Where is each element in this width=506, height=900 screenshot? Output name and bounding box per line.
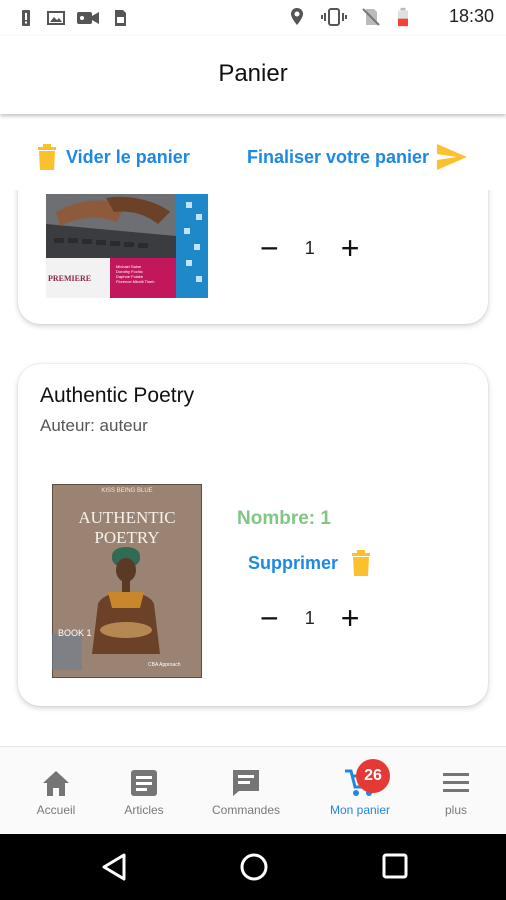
status-bar: 18:30 [0,0,506,36]
home-circle-icon[interactable] [239,852,269,882]
sim-icon [115,10,126,26]
nav-label: Mon panier [329,803,391,817]
remove-item-button[interactable]: Supprimer [248,550,372,576]
cart-count-badge: 26 [356,759,390,793]
cart-item-card: PREMIERE Michael Saine Dorothy Fochic Da… [18,190,488,324]
no-sim-icon [362,7,380,26]
cover-author: Florence Mbotti Tioeh [116,279,155,284]
bottom-navigation: Accueil Articles Commandes Mon panier 26… [0,746,506,835]
cover-authors: Michael Saine Dorothy Fochic Daphne Fola… [116,264,154,284]
article-icon [131,770,157,796]
location-icon [290,7,303,25]
cover-book-label: BOOK 1 [58,628,92,638]
home-icon [43,771,69,796]
alert-icon [22,10,30,26]
trash-icon [352,550,371,576]
page-title: Panier [218,60,288,87]
decrement-button[interactable]: − [260,602,279,634]
nav-item-articles[interactable]: Articles [112,747,176,835]
message-icon [233,770,259,796]
image-icon [47,11,65,25]
remove-label: Supprimer [248,552,339,573]
battery-icon [397,7,408,26]
menu-icon [443,773,469,792]
cart-list[interactable]: PREMIERE Michael Saine Dorothy Fochic Da… [0,190,506,746]
quantity-value: 1 [304,607,315,628]
book-title: Authentic Poetry [40,384,195,407]
system-navigation-bar [0,834,506,900]
increment-button[interactable]: + [341,232,360,264]
send-icon [437,144,468,170]
clear-cart-button[interactable]: Vider le panier [36,144,190,170]
vibrate-icon [320,7,347,26]
increment-button[interactable]: + [341,602,360,634]
trash-icon [38,144,56,170]
app-bar: Panier [0,36,506,114]
quantity-value: 1 [304,237,315,258]
back-icon[interactable] [100,852,128,882]
item-count: Nombre: 1 [237,508,331,529]
status-left-icons [16,8,130,28]
nav-label: Articles [124,803,164,817]
video-icon [77,12,99,24]
nav-label: Accueil [36,803,76,817]
cover-top-text: KISS BEING BLUE [101,488,153,494]
cart-item-card: Authentic Poetry Auteur: auteur KISS BEI… [18,364,488,706]
nav-label: plus [444,803,467,817]
cover-approach-label: CBA Approach [148,662,181,668]
nav-item-home[interactable]: Accueil [24,747,88,835]
decrement-button[interactable]: − [260,232,279,264]
nav-label: Commandes [211,803,281,817]
status-time: 18:30 [448,6,494,26]
nav-item-more[interactable]: plus [424,747,488,835]
checkout-button[interactable]: Finaliser votre panier [247,144,468,170]
quantity-stepper: − 1 + [260,602,360,634]
status-right-icons: 18:30 [287,6,494,27]
book-cover-image: PREMIERE Michael Saine Dorothy Fochic Da… [46,194,208,298]
nav-item-orders[interactable]: Commandes [206,747,286,835]
cart-actions: Vider le panier Finaliser votre panier [0,130,506,190]
cover-series-text: PREMIERE [48,274,92,283]
clear-cart-label: Vider le panier [66,146,190,167]
book-cover-image: KISS BEING BLUE AUTHENTIC POETRY BOOK 1 … [51,483,203,679]
cover-title-line1: AUTHENTIC [78,508,176,527]
checkout-label: Finaliser votre panier [247,146,430,167]
cover-title-line2: POETRY [94,528,160,547]
recents-icon[interactable] [381,852,409,880]
book-author: Auteur: auteur [40,416,148,435]
nav-item-cart[interactable]: Mon panier 26 [320,747,400,835]
quantity-stepper: − 1 + [260,232,360,264]
